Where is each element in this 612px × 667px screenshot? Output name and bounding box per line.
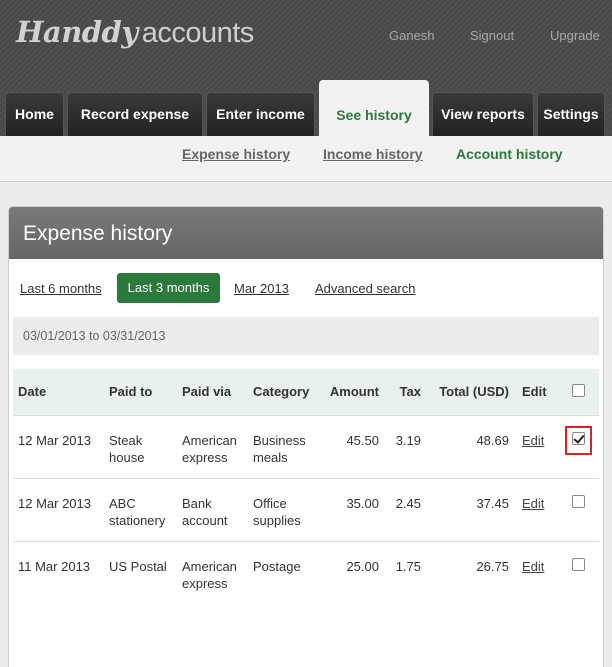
subnav-expense-history[interactable]: Expense history (182, 146, 290, 162)
date-filters: Last 6 months Last 3 months Mar 2013 Adv… (9, 259, 603, 315)
signout-link[interactable]: Signout (470, 28, 514, 43)
row-category: Business meals (248, 414, 320, 478)
row-date: 12 Mar 2013 (13, 414, 104, 478)
row-amount: 45.50 (320, 414, 387, 478)
col-amount[interactable]: Amount (320, 369, 387, 415)
col-total[interactable]: Total (USD) (429, 369, 517, 415)
history-subnav: Expense history Income history Account h… (0, 136, 612, 182)
tab-enter-income[interactable]: Enter income (206, 92, 315, 136)
row-total: 37.45 (429, 477, 517, 541)
subnav-account-history[interactable]: Account history (456, 146, 563, 162)
filter-last-3-months-button[interactable]: Last 3 months (117, 273, 220, 303)
row-paid-via: Bank account (177, 477, 248, 541)
row-tax: 2.45 (387, 477, 429, 541)
row-category: Postage (248, 540, 320, 604)
edit-link[interactable]: Edit (522, 496, 544, 511)
tab-settings[interactable]: Settings (537, 92, 605, 136)
row-date: 12 Mar 2013 (13, 477, 104, 541)
date-range-label: 03/01/2013 to 03/31/2013 (13, 317, 599, 355)
row-paid-to: ABC stationery (104, 477, 177, 541)
row-checkbox[interactable] (571, 431, 585, 445)
row-total: 26.75 (429, 540, 517, 604)
table-row: 12 Mar 2013 ABC stationery Bank account Of… (13, 477, 599, 541)
row-tax: 1.75 (387, 540, 429, 604)
row-amount: 25.00 (320, 540, 387, 604)
row-edit-cell: Edit (517, 540, 557, 604)
table-row: 12 Mar 2013 Steak house American express B… (13, 414, 599, 478)
edit-link[interactable]: Edit (522, 559, 544, 574)
logo-text: accounts (141, 17, 255, 49)
tab-see-history[interactable]: See history (319, 80, 429, 136)
row-total: 48.69 (429, 414, 517, 478)
select-all-checkbox[interactable] (571, 383, 585, 397)
col-date[interactable]: Date (13, 369, 104, 415)
main-tabs: Home Record expense Enter income See his… (0, 80, 612, 136)
logo-script-text: Handdy (16, 15, 138, 49)
col-tax[interactable]: Tax (387, 369, 429, 415)
tab-record-expense[interactable]: Record expense (67, 92, 203, 136)
select-all-cell (557, 369, 599, 415)
tab-home[interactable]: Home (5, 92, 64, 136)
table-header-row: Date Paid to Paid via Category Amount Ta… (13, 369, 599, 415)
app-header: Handdy accounts Ganesh Signout Upgrade Ho… (0, 0, 612, 136)
upgrade-link[interactable]: Upgrade (550, 28, 600, 43)
row-tax: 3.19 (387, 414, 429, 478)
tab-view-reports[interactable]: View reports (432, 92, 534, 136)
subnav-income-history[interactable]: Income history (323, 146, 423, 162)
row-select-cell (557, 477, 599, 541)
row-paid-via: American express (177, 540, 248, 604)
row-paid-via: American express (177, 414, 248, 478)
table-row: 11 Mar 2013 US Postal American express Po… (13, 540, 599, 604)
col-edit: Edit (522, 384, 547, 400)
row-checkbox[interactable] (571, 557, 585, 571)
col-paid-via[interactable]: Paid via (177, 369, 248, 415)
edit-link[interactable]: Edit (522, 433, 544, 448)
expense-table: Date Paid to Paid via Category Amount Ta… (13, 369, 599, 604)
user-name-link[interactable]: Ganesh (389, 28, 435, 43)
panel-title: Expense history (9, 207, 603, 259)
highlight-box (564, 425, 592, 455)
app-logo[interactable]: Handdy accounts (16, 12, 254, 52)
row-date: 11 Mar 2013 (13, 540, 104, 604)
row-edit-cell: Edit (517, 477, 557, 541)
row-category: Office supplies (248, 477, 320, 541)
advanced-search-link[interactable]: Advanced search (315, 281, 415, 296)
row-paid-to: Steak house (104, 414, 177, 478)
row-amount: 35.00 (320, 477, 387, 541)
row-edit-cell: Edit (517, 414, 557, 478)
row-paid-to: US Postal (104, 540, 177, 604)
expense-history-panel: Expense history Last 6 months Last 3 mon… (8, 206, 604, 667)
row-checkbox[interactable] (571, 494, 585, 508)
col-paid-to[interactable]: Paid to (104, 369, 177, 415)
row-select-cell (557, 540, 599, 604)
row-select-cell (557, 414, 599, 478)
filter-month[interactable]: Mar 2013 (234, 281, 289, 296)
col-category[interactable]: Category (248, 369, 320, 415)
filter-last-6-months[interactable]: Last 6 months (20, 281, 102, 296)
